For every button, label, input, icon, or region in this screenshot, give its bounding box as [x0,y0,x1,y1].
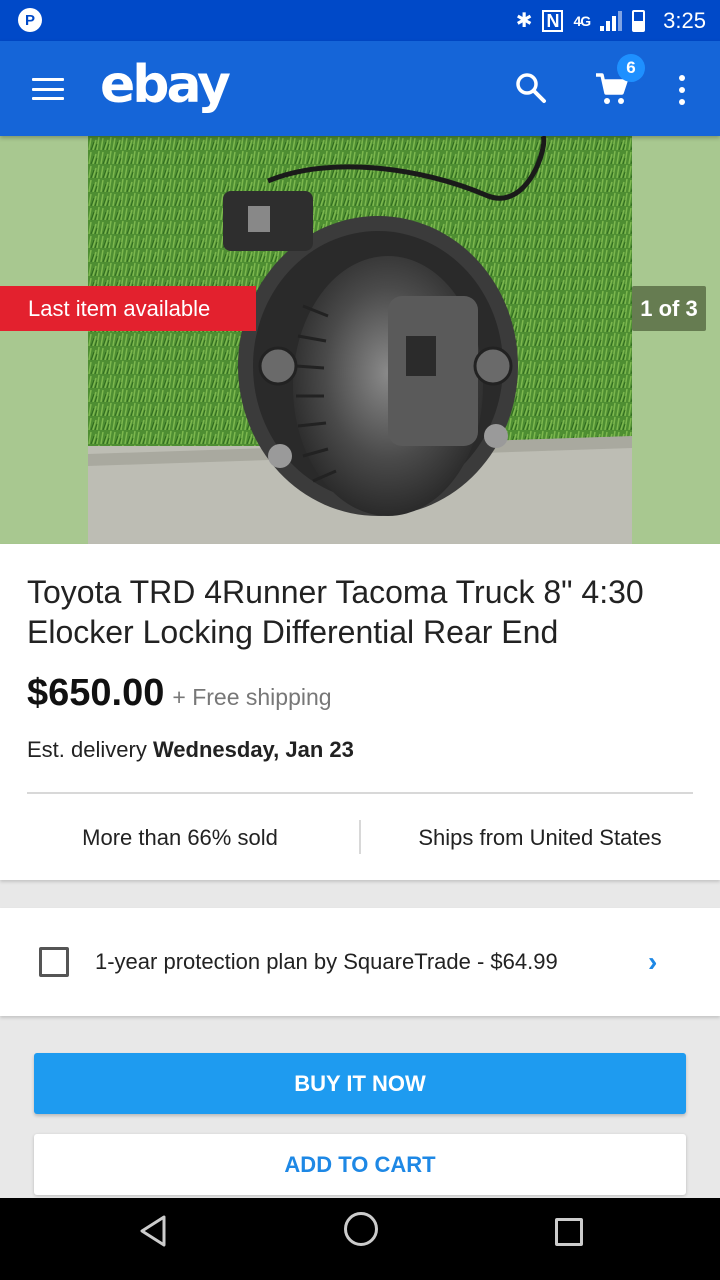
recent-apps-icon[interactable] [555,1218,583,1246]
more-options-icon[interactable] [677,75,687,105]
menu-icon[interactable] [32,78,64,100]
image-gallery[interactable]: Last item available 1 of 3 [0,136,720,544]
nfc-icon: N [542,9,564,32]
status-icons: ✱ N 4G 3:25 [516,0,706,41]
signal-icon [600,10,623,31]
cart-count-badge[interactable]: 6 [617,54,645,82]
shipping-info: + Free shipping [172,684,332,710]
divider [27,792,693,794]
ships-from: Ships from United States [418,825,662,850]
protection-plan-checkbox[interactable] [39,947,69,977]
network-type: 4G [573,12,591,29]
delivery-prefix: Est. delivery [27,737,153,762]
delivery-date: Wednesday, Jan 23 [152,737,354,762]
app-notification-icon: P [18,8,42,32]
app-header: ebay 6 [0,41,720,136]
chevron-right-icon[interactable]: › [648,946,657,978]
listing-stats: More than 66% sold Ships from United Sta… [0,820,720,854]
listing-title: Toyota TRD 4Runner Tacoma Truck 8" 4:30 … [27,574,644,650]
back-icon[interactable] [138,1214,168,1248]
listing-details: Toyota TRD 4Runner Tacoma Truck 8" 4:30 … [0,544,720,880]
home-icon[interactable] [344,1212,378,1246]
buy-it-now-button[interactable]: BUY IT NOW [34,1053,686,1114]
search-icon[interactable] [514,71,548,105]
sold-stat: More than 66% sold [82,825,278,850]
last-item-badge: Last item available [0,286,256,331]
delivery-estimate: Est. delivery Wednesday, Jan 23 [27,737,354,763]
bluetooth-icon: ✱ [515,10,533,32]
ebay-logo[interactable]: ebay [100,55,231,115]
price-row: $650.00 + Free shipping [27,672,332,715]
battery-icon [632,9,646,32]
system-nav-bar [0,1198,720,1280]
image-counter: 1 of 3 [632,286,706,331]
protection-plan-label[interactable]: 1-year protection plan by SquareTrade - … [95,949,558,975]
protection-plan-row[interactable]: 1-year protection plan by SquareTrade - … [0,908,720,1016]
add-to-cart-button[interactable]: ADD TO CART [34,1134,686,1195]
clock: 3:25 [663,7,706,33]
status-bar: P ✱ N 4G 3:25 [0,0,720,41]
product-photo[interactable] [88,136,632,544]
stat-divider [359,820,361,854]
listing-price: $650.00 [27,672,165,714]
